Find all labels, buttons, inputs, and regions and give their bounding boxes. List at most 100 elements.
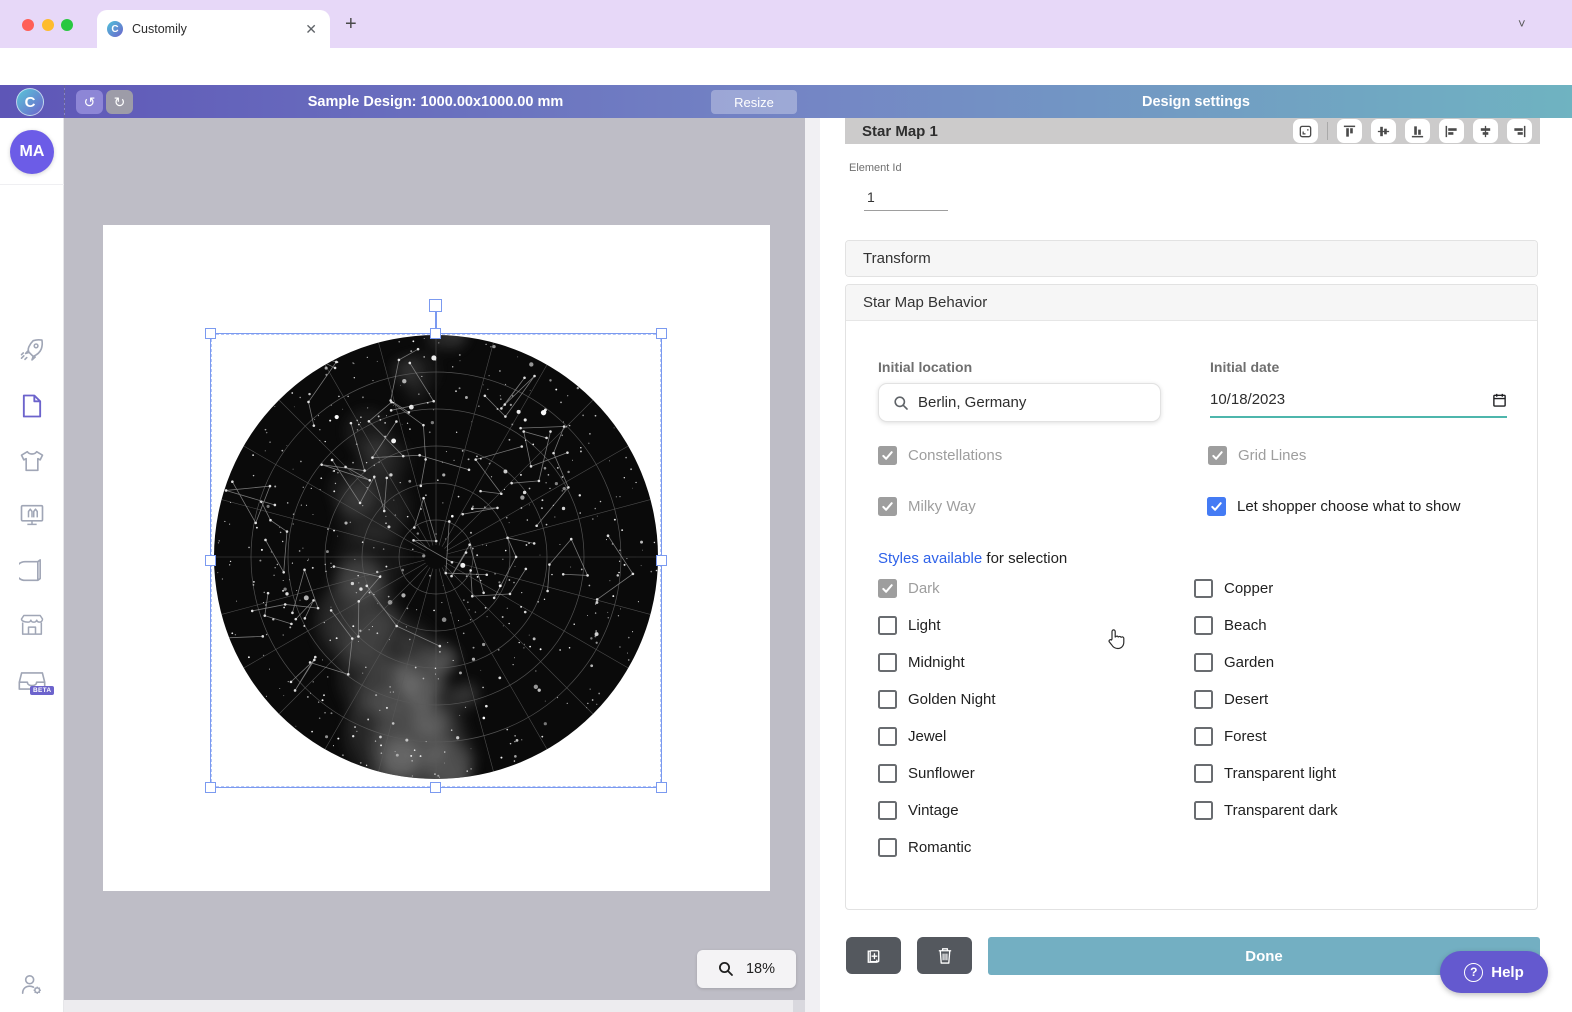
align-left-button[interactable]: [1439, 119, 1464, 143]
selection-handle-se[interactable]: [656, 782, 667, 793]
style-checkbox-light[interactable]: Light: [878, 616, 996, 635]
sidebar-item-library[interactable]: [0, 549, 64, 593]
selection-handle-e[interactable]: [656, 555, 667, 566]
vertical-scrollbar[interactable]: [805, 118, 820, 1012]
checkbox[interactable]: [878, 653, 897, 672]
align-center-button[interactable]: [1473, 119, 1498, 143]
checkbox[interactable]: [878, 579, 897, 598]
align-right-button[interactable]: [1507, 119, 1532, 143]
align-top-button[interactable]: [1337, 119, 1362, 143]
selection-box[interactable]: [210, 333, 662, 788]
position-frame-button[interactable]: [1293, 119, 1318, 143]
checkbox-label: Desert: [1224, 690, 1268, 709]
align-bottom-button[interactable]: [1405, 119, 1430, 143]
checkbox[interactable]: [1194, 764, 1213, 783]
browser-tab[interactable]: C Customily ✕: [97, 10, 330, 48]
toggle-milky-way[interactable]: Milky Way: [878, 497, 976, 516]
style-checkbox-romantic[interactable]: Romantic: [878, 838, 996, 857]
checkbox[interactable]: [878, 690, 897, 709]
book-icon: [19, 557, 45, 585]
transform-header: Transform: [863, 250, 931, 267]
checkbox-label: Forest: [1224, 727, 1267, 746]
rocket-icon: [18, 336, 46, 364]
style-checkbox-desert[interactable]: Desert: [1194, 690, 1338, 709]
close-tab-icon[interactable]: ✕: [302, 21, 320, 38]
checkbox[interactable]: [878, 727, 897, 746]
checkbox[interactable]: [878, 497, 897, 516]
duplicate-element-button[interactable]: [846, 937, 901, 974]
resize-button[interactable]: Resize: [711, 90, 797, 114]
selection-handle-n[interactable]: [430, 328, 441, 339]
date-input[interactable]: 10/18/2023: [1210, 383, 1507, 418]
checkbox[interactable]: [878, 764, 897, 783]
sidebar-item-launch[interactable]: [0, 328, 64, 372]
toggle-constellations[interactable]: Constellations: [878, 446, 1002, 465]
checkbox[interactable]: [878, 616, 897, 635]
chevron-down-icon[interactable]: ˅: [1518, 16, 1526, 31]
transform-section[interactable]: Transform: [845, 240, 1538, 277]
style-checkbox-transparent-dark[interactable]: Transparent dark: [1194, 801, 1338, 820]
help-label: Help: [1491, 964, 1524, 981]
new-tab-button[interactable]: +: [345, 14, 357, 34]
sidebar-item-designs[interactable]: [0, 384, 64, 428]
style-checkbox-beach[interactable]: Beach: [1194, 616, 1338, 635]
checkbox[interactable]: [1208, 446, 1227, 465]
style-checkbox-dark[interactable]: Dark: [878, 579, 996, 598]
align-middle-button[interactable]: [1371, 119, 1396, 143]
checkbox[interactable]: [1194, 690, 1213, 709]
checkbox[interactable]: [1194, 616, 1213, 635]
mouse-cursor-hand: [1104, 627, 1126, 651]
style-checkbox-transparent-light[interactable]: Transparent light: [1194, 764, 1338, 783]
style-checkbox-sunflower[interactable]: Sunflower: [878, 764, 996, 783]
style-checkbox-midnight[interactable]: Midnight: [878, 653, 996, 672]
checkbox[interactable]: [1194, 579, 1213, 598]
checkbox[interactable]: [1194, 727, 1213, 746]
location-search-input[interactable]: Berlin, Germany: [878, 383, 1161, 422]
sidebar-item-store[interactable]: [0, 604, 64, 648]
help-button[interactable]: ? Help: [1440, 951, 1548, 993]
selection-handle-s[interactable]: [430, 782, 441, 793]
horizontal-scrollbar[interactable]: [64, 1000, 805, 1012]
style-checkbox-golden-night[interactable]: Golden Night: [878, 690, 996, 709]
checkbox[interactable]: [878, 446, 897, 465]
style-checkbox-garden[interactable]: Garden: [1194, 653, 1338, 672]
checkbox-label: Copper: [1224, 579, 1273, 598]
element-id-input[interactable]: [864, 184, 948, 211]
toggle-let-shopper-choose-what-to-show[interactable]: Let shopper choose what to show: [1207, 497, 1460, 516]
calendar-icon[interactable]: [1492, 392, 1507, 408]
sidebar-item-products[interactable]: [0, 439, 64, 483]
selection-handle-ne[interactable]: [656, 328, 667, 339]
minimize-window-button[interactable]: [42, 19, 54, 31]
checkbox[interactable]: [878, 838, 897, 857]
maximize-window-button[interactable]: [61, 19, 73, 31]
sidebar-item-inbox-beta[interactable]: BETA: [0, 659, 64, 703]
store-icon: [18, 612, 46, 640]
zoom-indicator[interactable]: 18%: [697, 950, 796, 988]
checkbox[interactable]: [1207, 497, 1226, 516]
rotation-handle[interactable]: [429, 299, 442, 312]
selection-handle-w[interactable]: [205, 555, 216, 566]
design-settings-title: Design settings: [820, 85, 1572, 118]
checkbox-label: Vintage: [908, 801, 959, 820]
toggle-grid-lines[interactable]: Grid Lines: [1208, 446, 1306, 465]
style-checkbox-jewel[interactable]: Jewel: [878, 727, 996, 746]
behavior-section-header[interactable]: Star Map Behavior: [846, 285, 1537, 321]
style-checkbox-vintage[interactable]: Vintage: [878, 801, 996, 820]
delete-element-button[interactable]: [917, 937, 972, 974]
style-checkbox-forest[interactable]: Forest: [1194, 727, 1338, 746]
tab-title: Customily: [132, 22, 302, 36]
user-avatar[interactable]: MA: [10, 130, 54, 174]
styles-available-link[interactable]: Styles available: [878, 550, 982, 567]
app-sidebar: MA BETA: [0, 118, 64, 1012]
selection-handle-sw[interactable]: [205, 782, 216, 793]
sidebar-item-mockups[interactable]: [0, 493, 64, 537]
checkbox[interactable]: [1194, 653, 1213, 672]
checkbox[interactable]: [878, 801, 897, 820]
style-checkbox-copper[interactable]: Copper: [1194, 579, 1338, 598]
monitor-icon: [18, 501, 46, 529]
design-canvas[interactable]: 18%: [64, 118, 805, 1012]
close-window-button[interactable]: [22, 19, 34, 31]
selection-handle-nw[interactable]: [205, 328, 216, 339]
checkbox[interactable]: [1194, 801, 1213, 820]
sidebar-item-account[interactable]: [0, 963, 64, 1007]
